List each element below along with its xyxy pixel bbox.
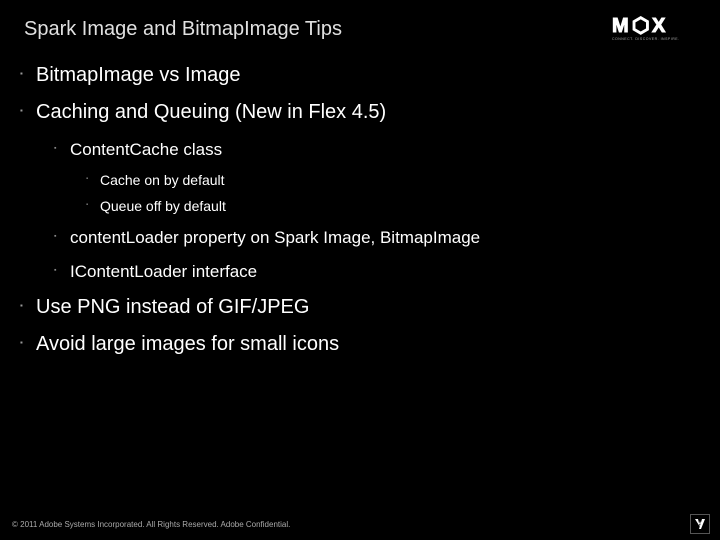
max-logo-icon: M ⬡ X CONNECT. DISCOVER. INSPIRE. [612, 14, 696, 42]
slide-content: BitmapImage vs Image Caching and Queuing… [0, 54, 720, 356]
bullet-text: Queue off by default [100, 198, 226, 214]
slide-header: Spark Image and BitmapImage Tips M ⬡ X C… [0, 0, 720, 54]
slide-title: Spark Image and BitmapImage Tips [24, 18, 342, 41]
slide-footer: © 2011 Adobe Systems Incorporated. All R… [0, 508, 720, 540]
list-item: Queue off by default [70, 198, 700, 214]
bullet-text: IContentLoader interface [70, 262, 257, 281]
svg-text:X: X [652, 15, 666, 37]
bullet-text: BitmapImage vs Image [36, 64, 241, 86]
copyright-text: © 2011 Adobe Systems Incorporated. All R… [12, 520, 290, 529]
bullet-text: Avoid large images for small icons [36, 333, 339, 355]
max-tagline: CONNECT. DISCOVER. INSPIRE. [612, 37, 680, 41]
bullet-text: ContentCache class [70, 140, 222, 159]
list-item: Avoid large images for small icons [20, 333, 700, 356]
bullet-list-lvl1: BitmapImage vs Image Caching and Queuing… [20, 64, 700, 356]
list-item: Cache on by default [70, 172, 700, 188]
svg-text:⬡: ⬡ [632, 15, 649, 37]
bullet-text: contentLoader property on Spark Image, B… [70, 228, 480, 247]
list-item: ContentCache class Cache on by default Q… [36, 140, 700, 214]
svg-text:M: M [612, 15, 628, 37]
bullet-text: Caching and Queuing (New in Flex 4.5) [36, 101, 386, 123]
list-item: BitmapImage vs Image [20, 64, 700, 87]
list-item: contentLoader property on Spark Image, B… [36, 228, 700, 248]
max-logo: M ⬡ X CONNECT. DISCOVER. INSPIRE. [612, 14, 696, 42]
bullet-list-lvl2: ContentCache class Cache on by default Q… [36, 140, 700, 282]
bullet-list-lvl3: Cache on by default Queue off by default [70, 172, 700, 214]
bullet-text: Use PNG instead of GIF/JPEG [36, 296, 309, 318]
list-item: Use PNG instead of GIF/JPEG [20, 296, 700, 319]
list-item: Caching and Queuing (New in Flex 4.5) Co… [20, 101, 700, 282]
list-item: IContentLoader interface [36, 262, 700, 282]
adobe-logo-icon [690, 514, 710, 534]
bullet-text: Cache on by default [100, 172, 225, 188]
